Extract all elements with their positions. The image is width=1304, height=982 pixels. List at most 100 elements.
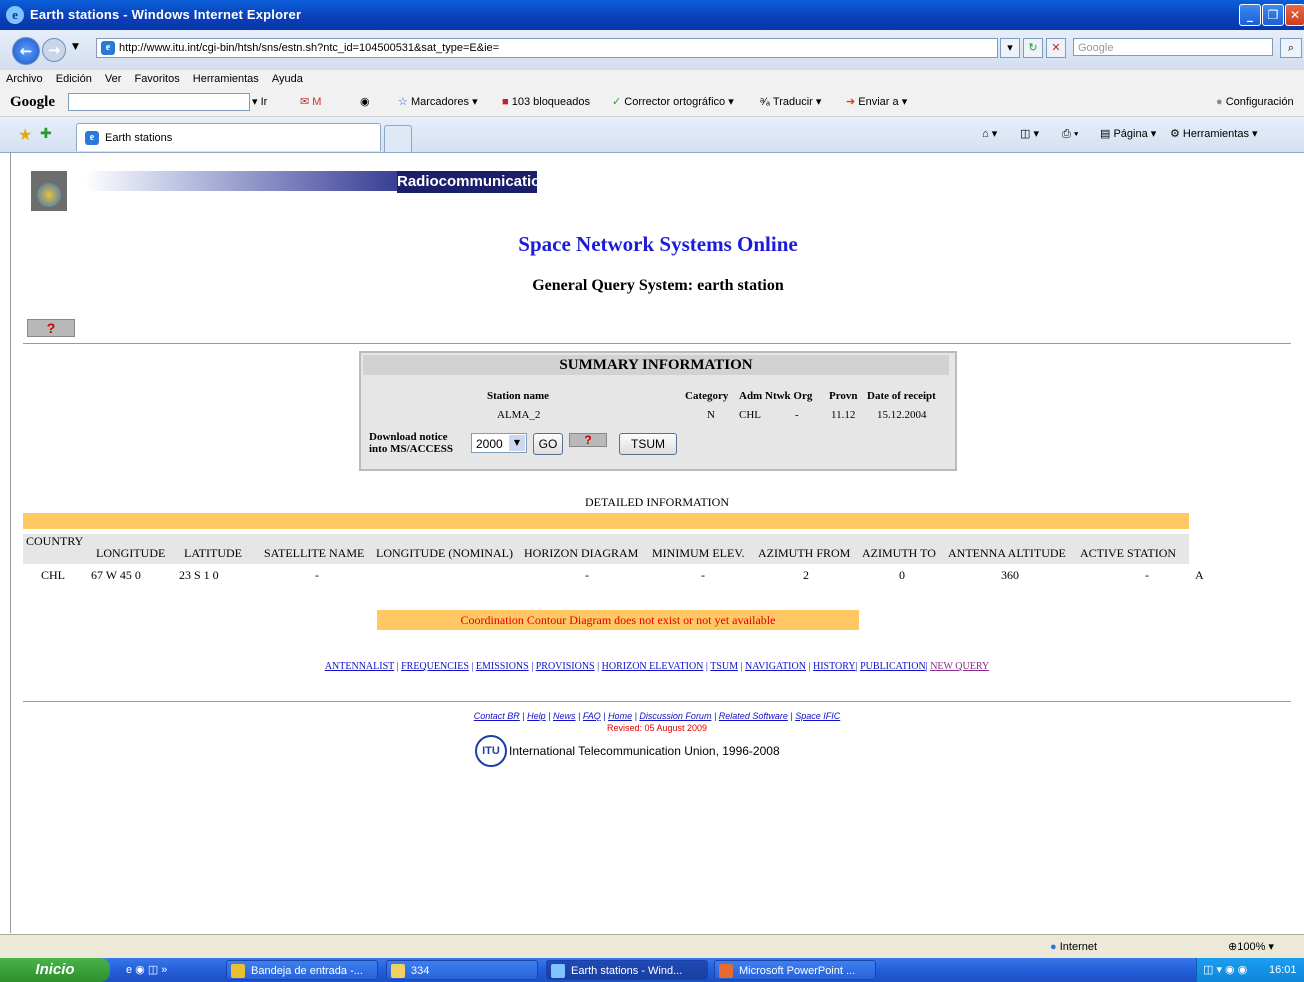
address-input[interactable]: e http://www.itu.int/cgi-bin/htsh/sns/est… — [96, 38, 998, 58]
menu-ayuda[interactable]: Ayuda — [272, 73, 303, 85]
link-frequencies[interactable]: FREQUENCIES — [401, 661, 469, 672]
link-home[interactable]: Home — [608, 711, 632, 721]
date-header: Date of receipt — [867, 390, 936, 402]
cell-azimuth-from: 0 — [899, 568, 905, 582]
menu-archivo[interactable]: Archivo — [6, 73, 43, 85]
link-news[interactable]: News — [553, 711, 576, 721]
link-related-software[interactable]: Related Software — [719, 711, 788, 721]
link-antennalist[interactable]: ANTENNALIST — [325, 661, 394, 672]
task-folder[interactable]: 334 — [386, 960, 538, 980]
page-menu[interactable]: ▤ Página ▾ — [1100, 117, 1156, 152]
google-logo[interactable]: Google — [10, 88, 55, 116]
ntwk-org-value: - — [795, 409, 799, 421]
link-faq[interactable]: FAQ — [583, 711, 601, 721]
task-earth-stations[interactable]: Earth stations - Wind... — [546, 960, 708, 980]
footer-links: Contact BR | Help | News | FAQ | Home | … — [473, 711, 841, 721]
cell-latitude: 23 S 1 0 — [179, 568, 219, 582]
col-azimuth-from: AZIMUTH FROM — [755, 534, 859, 564]
itu-banner-logo[interactable] — [31, 171, 91, 211]
year-select[interactable]: 2000 ▼ — [471, 433, 527, 453]
quicklaunch-icons[interactable]: e ◉ ◫ » — [126, 958, 167, 982]
cell-antenna-altitude: - — [1145, 568, 1149, 582]
search-icon[interactable]: ⌕ — [1280, 38, 1302, 58]
tsum-button[interactable]: TSUM — [619, 433, 677, 455]
footer-divider — [23, 701, 1291, 702]
link-publication[interactable]: PUBLICATION — [860, 661, 926, 672]
gmail-icon[interactable]: ✉ M — [300, 88, 321, 116]
tools-menu[interactable]: ⚙ Herramientas ▾ — [1170, 117, 1258, 152]
close-button[interactable]: ✕ — [1285, 4, 1304, 26]
station-name-header: Station name — [487, 390, 550, 402]
tab-earth-stations[interactable]: e Earth stations — [76, 123, 381, 151]
go-button[interactable]: GO — [533, 433, 563, 455]
provn-value: 11.12 — [831, 409, 856, 421]
link-contact-br[interactable]: Contact BR — [474, 711, 520, 721]
back-button[interactable]: ← — [12, 37, 40, 65]
task-inbox[interactable]: Bandeja de entrada -... — [226, 960, 378, 980]
window-title-bar[interactable]: e Earth stations - Windows Internet Expl… — [0, 0, 1304, 30]
col-longitude: LONGITUDE — [93, 534, 181, 564]
link-horizon-elevation[interactable]: HORIZON ELEVATION — [602, 661, 704, 672]
forward-button[interactable]: → — [42, 38, 66, 62]
minimize-button[interactable]: _ — [1239, 4, 1261, 26]
category-value: N — [707, 409, 715, 421]
link-tsum[interactable]: TSUM — [710, 661, 738, 672]
link-history[interactable]: HISTORY — [813, 661, 856, 672]
adm-header: Adm — [739, 390, 763, 402]
start-button[interactable]: Inicio — [0, 958, 110, 982]
popup-blocker[interactable]: ■ 103 bloqueados — [502, 88, 590, 116]
help-button[interactable]: ? — [27, 319, 75, 337]
address-dropdown-button[interactable]: ▾ — [1000, 38, 1020, 58]
date-value: 15.12.2004 — [877, 409, 927, 421]
search-input[interactable]: Google — [1073, 38, 1273, 56]
link-emissions[interactable]: EMISSIONS — [476, 661, 529, 672]
link-navigation[interactable]: NAVIGATION — [745, 661, 806, 672]
link-discussion-forum[interactable]: Discussion Forum — [639, 711, 711, 721]
google-go-button[interactable]: ▾ Ir — [252, 88, 267, 116]
link-help[interactable]: Help — [527, 711, 546, 721]
ie-icon — [551, 964, 565, 978]
task-powerpoint[interactable]: Microsoft PowerPoint ... — [714, 960, 876, 980]
stop-icon[interactable]: ✕ — [1046, 38, 1066, 58]
menu-favoritos[interactable]: Favoritos — [134, 73, 179, 85]
menu-edicion[interactable]: Edición — [56, 73, 92, 85]
zoom-control[interactable]: ⊕100% ▾ — [1228, 935, 1274, 959]
spellcheck-button[interactable]: ✓ Corrector ortográfico ▾ — [612, 88, 734, 116]
menu-herramientas[interactable]: Herramientas — [193, 73, 259, 85]
add-favorite-icon[interactable]: ✚ — [40, 117, 52, 152]
system-tray: ◫ ▾ ◉ ◉ 16:01 — [1196, 958, 1304, 982]
link-new-query[interactable]: NEW QUERY — [930, 661, 989, 672]
col-azimuth-to: AZIMUTH TO — [859, 534, 945, 564]
refresh-icon[interactable]: ↻ — [1023, 38, 1043, 58]
maximize-button[interactable]: ❐ — [1262, 4, 1284, 26]
summary-panel: SUMMARY INFORMATION Station name Categor… — [359, 351, 957, 471]
menu-ver[interactable]: Ver — [105, 73, 122, 85]
google-search-input[interactable] — [68, 93, 250, 111]
settings-button[interactable]: ● Configuración — [1216, 88, 1294, 116]
col-longitude-nominal: LONGITUDE (NOMINAL) — [373, 534, 521, 564]
print-icon[interactable]: ⎙ ▾ — [1062, 117, 1078, 152]
new-tab-button[interactable] — [384, 125, 412, 152]
ie-logo-icon: e — [6, 6, 24, 24]
ntwk-org-header: Ntwk Org — [765, 390, 813, 402]
translate-button[interactable]: ᵃ⁄ₐ Traducir ▾ — [760, 88, 821, 116]
feeds-icon[interactable]: ◫ ▾ — [1020, 117, 1039, 152]
tab-row: ★ ✚ e Earth stations ⌂ ▾ ◫ ▾ ⎙ ▾ ▤ Págin… — [0, 117, 1304, 153]
link-space-ific[interactable]: Space IFIC — [795, 711, 840, 721]
summary-help-button[interactable]: ? — [569, 433, 607, 447]
clock[interactable]: 16:01 — [1269, 958, 1297, 982]
folder-icon — [391, 964, 405, 978]
link-provisions[interactable]: PROVISIONS — [536, 661, 595, 672]
home-icon[interactable]: ⌂ ▾ — [982, 117, 997, 152]
bookmarks-menu[interactable]: ☆ Marcadores ▾ — [398, 88, 478, 116]
provn-header: Provn — [829, 390, 858, 402]
cell-longitude-nominal: - — [585, 568, 589, 582]
divider — [23, 343, 1291, 344]
history-dropdown-icon[interactable]: ▼ — [72, 42, 79, 52]
favorites-star-icon[interactable]: ★ — [18, 117, 32, 152]
send-to-button[interactable]: ➔ Enviar a ▾ — [846, 88, 907, 116]
skype-icon[interactable]: ◉ — [360, 88, 370, 116]
cell-horizon-diagram: - — [701, 568, 705, 582]
tray-icons[interactable]: ◫ ▾ ◉ ◉ — [1203, 958, 1247, 982]
col-horizon-diagram: HORIZON DIAGRAM — [521, 534, 649, 564]
